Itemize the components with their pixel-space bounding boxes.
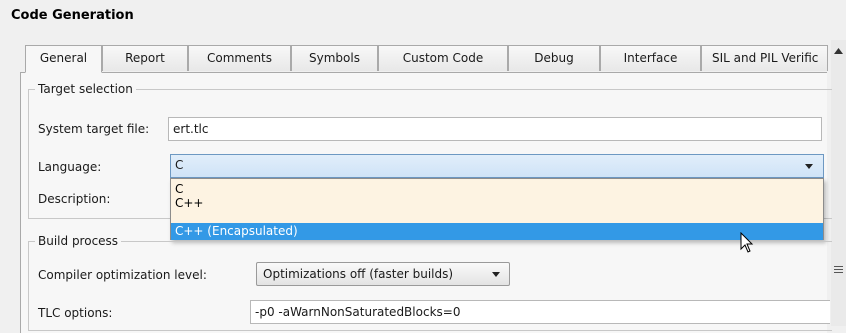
tab-comments[interactable]: Comments (188, 45, 291, 71)
dropdown-arrow-icon (805, 164, 813, 169)
language-option-c[interactable]: C (171, 179, 823, 196)
language-option-cpp-encapsulated[interactable]: C++ (Encapsulated) (171, 223, 823, 240)
language-option-cpp[interactable]: C++ (171, 196, 823, 210)
tab-debug[interactable]: Debug (508, 45, 600, 71)
system-target-file-label: System target file: (38, 122, 150, 136)
tlc-options-input[interactable]: -p0 -aWarnNonSaturatedBlocks=0 (250, 300, 830, 324)
compiler-optimization-label: Compiler optimization level: (38, 268, 207, 282)
section-title: Code Generation (11, 8, 134, 23)
system-target-file-input[interactable]: ert.tlc (168, 117, 822, 141)
dropdown-arrow-icon (492, 272, 500, 277)
target-selection-legend: Target selection (35, 82, 136, 96)
tab-interface[interactable]: Interface (600, 45, 701, 71)
tab-bar: General Report Comments Symbols Custom C… (20, 45, 830, 73)
language-select-value: C (175, 158, 184, 172)
tlc-options-label: TLC options: (38, 306, 113, 320)
build-process-legend: Build process (35, 234, 122, 248)
tab-custom-code[interactable]: Custom Code (378, 45, 508, 71)
tab-general[interactable]: General (25, 45, 102, 73)
vertical-scrollbar[interactable] (831, 40, 846, 326)
language-dropdown-list: C C++ C++ (Encapsulated) (170, 178, 824, 240)
tab-symbols[interactable]: Symbols (291, 45, 378, 71)
scroll-grip-icon[interactable] (834, 266, 843, 273)
compiler-optimization-value: Optimizations off (faster builds) (263, 267, 454, 281)
tab-report[interactable]: Report (102, 45, 188, 71)
mouse-cursor-icon (740, 232, 754, 253)
tab-sil-pil[interactable]: SIL and PIL Verific (701, 45, 828, 71)
description-label: Description: (38, 192, 111, 206)
language-label: Language: (38, 160, 102, 174)
language-select[interactable]: C (170, 154, 824, 178)
compiler-optimization-select[interactable]: Optimizations off (faster builds) (256, 262, 510, 286)
scroll-up-icon[interactable] (834, 48, 843, 54)
